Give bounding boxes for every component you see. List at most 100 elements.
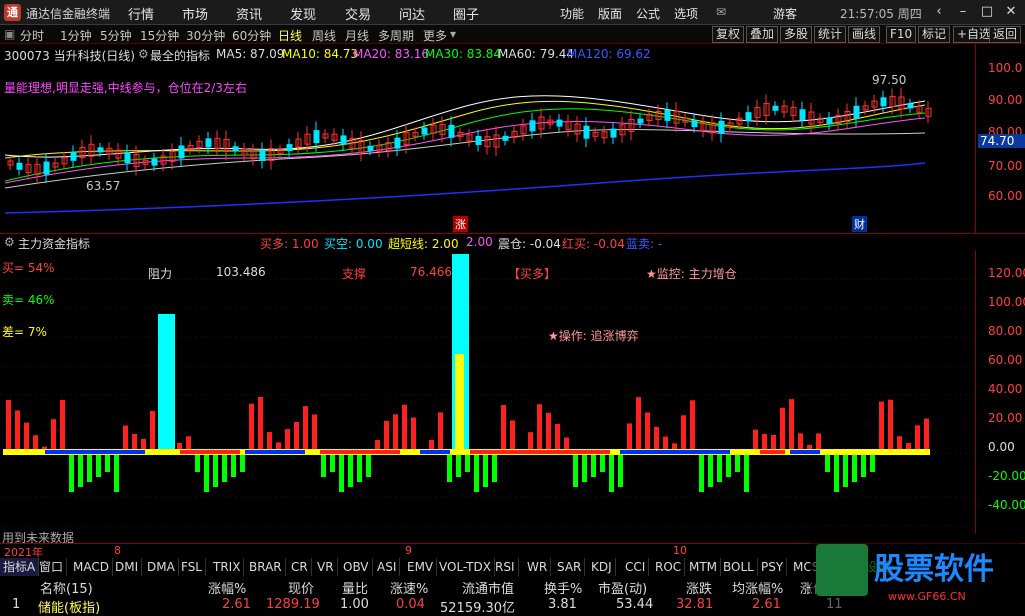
candle-body xyxy=(664,109,671,121)
tool-gongneng[interactable]: 功能 xyxy=(560,5,584,22)
row-name[interactable]: 储能(板指) xyxy=(38,597,100,616)
tf-1min[interactable]: 1分钟 xyxy=(60,27,92,44)
menu-hangqing[interactable]: 行情 xyxy=(128,4,154,23)
btn-huaxian[interactable]: 画线 xyxy=(848,26,881,43)
btn-fuquan[interactable]: 复权 xyxy=(712,26,745,43)
candle-body xyxy=(97,147,104,153)
menu-shichang[interactable]: 市场 xyxy=(182,4,208,23)
tf-15min[interactable]: 15分钟 xyxy=(140,27,179,44)
col-pe[interactable]: 市盈(动) xyxy=(598,578,647,597)
green-bar xyxy=(582,452,587,482)
indicator-name[interactable]: 最全的指标 xyxy=(150,47,210,64)
col-cap[interactable]: 流通市值 xyxy=(462,578,514,597)
candle-body xyxy=(124,152,131,164)
tab-7[interactable]: BRAR xyxy=(246,558,286,576)
tab-22[interactable]: PSY xyxy=(758,558,788,576)
tf-5min[interactable]: 5分钟 xyxy=(100,27,132,44)
tf-multi[interactable]: 多周期 xyxy=(378,27,414,44)
tool-banmian[interactable]: 版面 xyxy=(598,5,622,22)
tab-19[interactable]: ROC xyxy=(652,558,686,576)
minimize-icon[interactable]: – xyxy=(952,3,974,21)
panel-icon[interactable]: ▣ xyxy=(4,27,15,41)
row-avg: 2.61 xyxy=(752,597,781,612)
cai-tag: 财 xyxy=(852,216,867,232)
tab-15[interactable]: WR xyxy=(524,558,552,576)
menu-zixun[interactable]: 资讯 xyxy=(236,4,262,23)
tf-monthly[interactable]: 月线 xyxy=(345,27,369,44)
price-tag: 74.70 xyxy=(978,134,1025,148)
tab-0[interactable]: 指标A xyxy=(0,558,40,576)
green-bar xyxy=(483,452,488,487)
btn-f10[interactable]: F10 xyxy=(886,26,917,43)
close-icon[interactable]: ✕ xyxy=(1000,3,1022,21)
btn-duogu[interactable]: 多股 xyxy=(780,26,813,43)
menu-quanzi[interactable]: 圈子 xyxy=(453,4,479,23)
tab-21[interactable]: BOLL xyxy=(720,558,758,576)
tab-8[interactable]: CR xyxy=(288,558,312,576)
yellow-bar xyxy=(455,354,464,452)
tab-2[interactable]: MACD xyxy=(70,558,113,576)
col-price[interactable]: 现价 xyxy=(288,578,314,597)
red-segment xyxy=(180,450,240,454)
chevron-down-icon[interactable]: ▾ xyxy=(450,27,456,41)
tab-16[interactable]: SAR xyxy=(554,558,586,576)
red-bar xyxy=(312,414,317,452)
tab-1[interactable]: 窗口 xyxy=(36,558,68,576)
settings-icon[interactable]: ⚙ xyxy=(138,47,149,61)
green-bar xyxy=(366,452,371,477)
resist-label: 阻力 xyxy=(148,267,173,281)
red-bar xyxy=(924,418,929,452)
maximize-icon[interactable]: □ xyxy=(976,3,998,21)
menu-wenda[interactable]: 问达 xyxy=(399,4,425,23)
menu-jiaoyi[interactable]: 交易 xyxy=(345,4,371,23)
tf-more[interactable]: 更多 xyxy=(423,27,447,44)
menu-faxian[interactable]: 发现 xyxy=(290,4,316,23)
tool-xuanxiang[interactable]: 选项 xyxy=(674,5,698,22)
col-volratio[interactable]: 量比 xyxy=(342,578,368,597)
tab-9[interactable]: VR xyxy=(314,558,338,576)
red-bar xyxy=(24,422,29,452)
title-bar: 通 通达信金融终端 行情 市场 资讯 发现 交易 问达 圈子 功能 版面 公式 … xyxy=(0,0,1025,25)
col-speed[interactable]: 涨速% xyxy=(390,578,428,597)
kline-chart[interactable]: 量能理想,明显走强,中线参与，仓位在2/3左右 97.50 63.57 涨 财 xyxy=(0,63,975,233)
indicator-panel[interactable]: ⚙ 主力资金指标 买多: 1.00 买空: 0.00 超短线: 2.00 2.0… xyxy=(0,233,1025,545)
tf-daily[interactable]: 日线 xyxy=(278,27,302,44)
restore-icon[interactable]: ‹ xyxy=(928,3,950,21)
col-avg[interactable]: 均涨幅% xyxy=(732,578,783,597)
app-logo: 通 xyxy=(4,4,21,21)
stock-code[interactable]: 300073 当升科技(日线) xyxy=(4,47,135,64)
clock-text: 21:57:05 周四 xyxy=(840,7,922,21)
col-diff[interactable]: 涨跌 xyxy=(686,578,712,597)
tab-6[interactable]: TRIX xyxy=(210,558,245,576)
axis2-tick: 20.00 xyxy=(988,411,1023,425)
tab-17[interactable]: KDJ xyxy=(588,558,616,576)
col-name[interactable]: 名称(15) xyxy=(40,578,93,597)
green-bar xyxy=(726,452,731,477)
tab-11[interactable]: ASI xyxy=(374,558,401,576)
tab-4[interactable]: DMA xyxy=(144,558,179,576)
tf-30min[interactable]: 30分钟 xyxy=(186,27,225,44)
col-turnover[interactable]: 换手% xyxy=(544,578,582,597)
mail-icon[interactable]: ✉ xyxy=(716,5,726,19)
tab-10[interactable]: OBV xyxy=(340,558,373,576)
user-guest[interactable]: 游客 xyxy=(773,5,797,22)
tf-fenshi[interactable]: 分时 xyxy=(20,27,44,44)
tab-5[interactable]: FSL xyxy=(178,558,206,576)
btn-diejia[interactable]: 叠加 xyxy=(746,26,779,43)
btn-biaoji[interactable]: 标记 xyxy=(918,26,951,43)
tab-14[interactable]: RSI xyxy=(492,558,519,576)
tab-12[interactable]: EMV xyxy=(404,558,438,576)
btn-back[interactable]: 返回 xyxy=(989,26,1022,43)
btn-tongji[interactable]: 统计 xyxy=(814,26,847,43)
tool-gongshi[interactable]: 公式 xyxy=(636,5,660,22)
tf-60min[interactable]: 60分钟 xyxy=(232,27,271,44)
green-bar xyxy=(708,452,713,487)
tab-3[interactable]: DMI xyxy=(112,558,143,576)
red-bar xyxy=(645,412,650,452)
axis2-tick: 120.00 xyxy=(988,266,1025,280)
tab-13[interactable]: VOL-TDX xyxy=(436,558,495,576)
tf-weekly[interactable]: 周线 xyxy=(312,27,336,44)
tab-20[interactable]: MTM xyxy=(686,558,722,576)
tab-18[interactable]: CCI xyxy=(622,558,650,576)
col-change[interactable]: 涨幅% xyxy=(208,578,246,597)
